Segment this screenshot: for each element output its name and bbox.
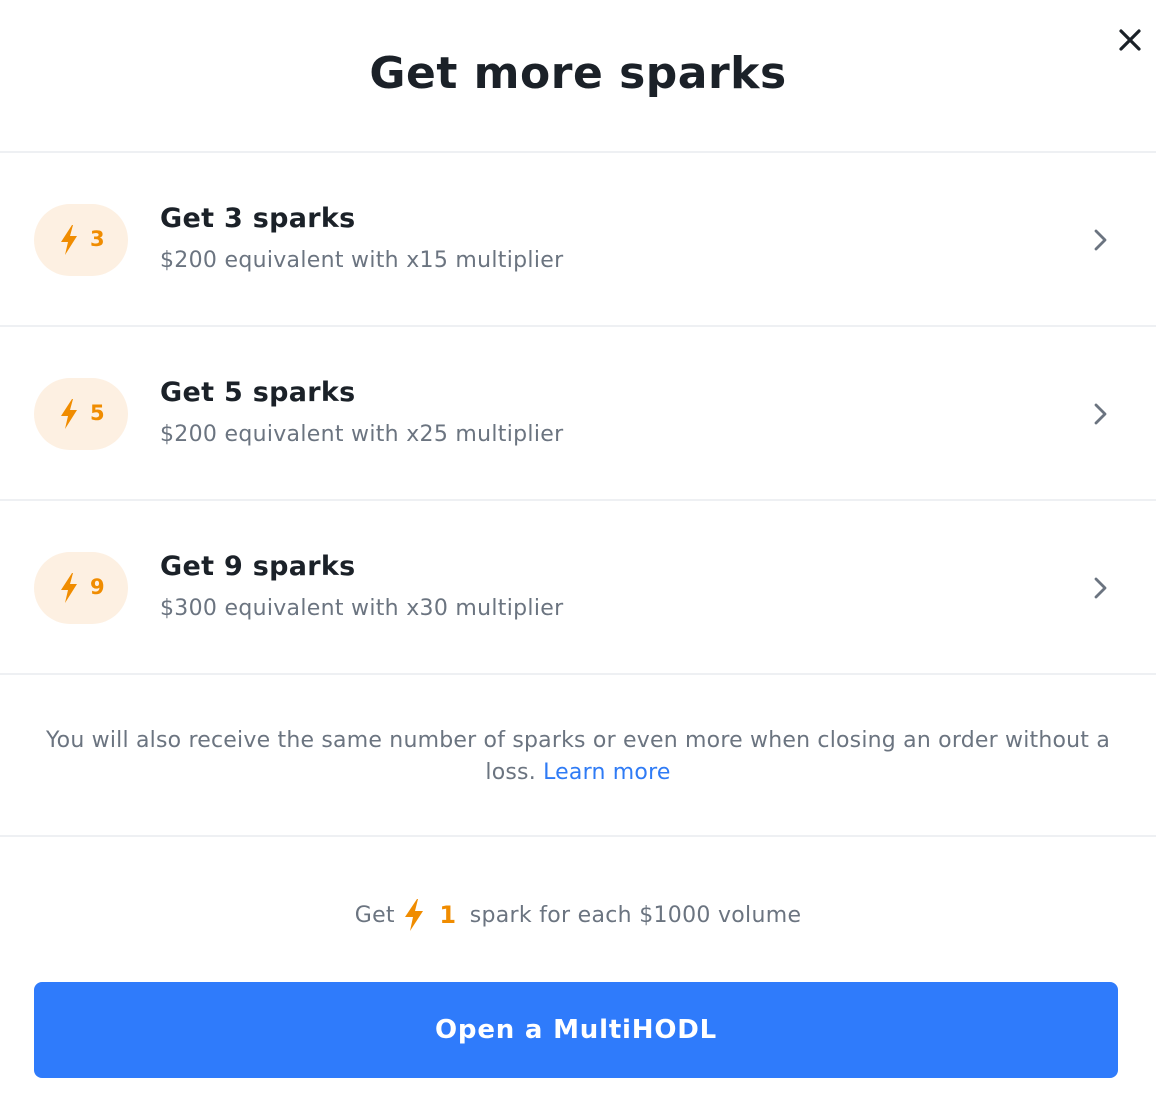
spark-badge: 5: [34, 378, 128, 450]
dialog-title: Get more sparks: [369, 48, 787, 99]
chevron-right-icon: [1088, 226, 1112, 254]
chevron-right-icon: [1088, 400, 1112, 428]
dialog-header: Get more sparks: [0, 0, 1156, 153]
option-title: Get 3 sparks: [160, 203, 356, 234]
badge-count: 3: [90, 227, 105, 251]
badge-count: 5: [90, 401, 105, 425]
option-title: Get 9 sparks: [160, 551, 356, 582]
info-text: You will also receive the same number of…: [40, 725, 1116, 789]
volume-note: Get 1 spark for each $1000 volume: [0, 898, 1156, 938]
lightning-icon: [402, 898, 426, 932]
close-button[interactable]: [1112, 22, 1148, 58]
option-get-3-sparks[interactable]: 3 Get 3 sparks $200 equivalent with x15 …: [0, 153, 1156, 327]
volume-spark-count: 1: [439, 901, 457, 929]
volume-suffix: spark for each $1000 volume: [469, 902, 802, 928]
close-icon: [1119, 29, 1141, 51]
info-section: You will also receive the same number of…: [0, 675, 1156, 837]
option-get-5-sparks[interactable]: 5 Get 5 sparks $200 equivalent with x25 …: [0, 327, 1156, 501]
badge-count: 9: [90, 575, 105, 599]
open-multihodl-button[interactable]: Open a MultiHODL: [34, 982, 1118, 1078]
option-get-9-sparks[interactable]: 9 Get 9 sparks $300 equivalent with x30 …: [0, 501, 1156, 675]
option-title: Get 5 sparks: [160, 377, 356, 408]
lightning-icon: [61, 573, 77, 603]
chevron-right-icon: [1088, 574, 1112, 602]
option-subtitle: $300 equivalent with x30 multiplier: [160, 596, 564, 621]
lightning-icon: [61, 225, 77, 255]
spark-badge: 3: [34, 204, 128, 276]
get-more-sparks-dialog: Get more sparks 3 Get 3 sparks $200 equi…: [0, 0, 1156, 1120]
option-subtitle: $200 equivalent with x25 multiplier: [160, 422, 564, 447]
option-subtitle: $200 equivalent with x15 multiplier: [160, 248, 564, 273]
volume-prefix: Get: [354, 902, 395, 928]
learn-more-link[interactable]: Learn more: [543, 760, 670, 785]
lightning-icon: [61, 399, 77, 429]
spark-badge: 9: [34, 552, 128, 624]
